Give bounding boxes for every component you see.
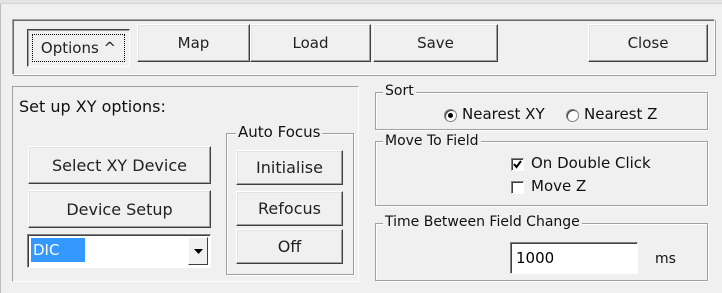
device-setup-label: Device Setup [66, 199, 173, 219]
radio-selected-dot [448, 113, 453, 118]
sort-title: Sort [383, 83, 416, 99]
chevron-down-icon [193, 248, 203, 254]
sort-nearest-xy-label: Nearest XY [462, 105, 545, 123]
xy-device-combo[interactable]: DIC [27, 234, 211, 268]
move-to-field-group [375, 141, 708, 206]
time-between-input[interactable]: 1000 [510, 242, 638, 274]
load-button[interactable]: Load [250, 24, 371, 62]
sort-nearest-z-radio[interactable] [566, 109, 579, 122]
xy-options-heading: Set up XY options: [19, 97, 166, 116]
move-z-label: Move Z [531, 177, 587, 195]
move-to-field-title: Move To Field [383, 133, 481, 149]
auto-focus-title: Auto Focus [236, 123, 323, 141]
off-button[interactable]: Off [236, 229, 343, 264]
on-double-click-checkbox[interactable] [511, 158, 524, 171]
save-button-label: Save [417, 34, 454, 52]
initialise-button[interactable]: Initialise [236, 150, 343, 185]
save-button[interactable]: Save [373, 24, 498, 62]
sort-nearest-xy-radio[interactable] [444, 109, 457, 122]
combo-dropdown-button[interactable] [188, 237, 208, 265]
close-button-label: Close [627, 34, 669, 52]
select-xy-device-button[interactable]: Select XY Device [28, 146, 211, 184]
off-label: Off [277, 237, 302, 256]
focus-rect [32, 34, 125, 62]
top-divider [0, 0, 722, 4]
close-button[interactable]: Close [588, 24, 708, 62]
initialise-label: Initialise [256, 158, 323, 177]
select-xy-device-label: Select XY Device [52, 155, 187, 175]
sort-nearest-z-label: Nearest Z [584, 105, 658, 123]
on-double-click-label: On Double Click [531, 154, 651, 172]
xy-device-combo-value: DIC [31, 238, 85, 262]
map-button[interactable]: Map [137, 24, 250, 62]
refocus-label: Refocus [258, 199, 321, 218]
checkmark-icon [513, 160, 522, 169]
time-between-title: Time Between Field Change [383, 214, 582, 230]
refocus-button[interactable]: Refocus [236, 191, 343, 226]
time-unit-label: ms [655, 251, 676, 267]
load-button-label: Load [292, 34, 329, 52]
move-z-checkbox[interactable] [511, 181, 524, 194]
map-button-label: Map [177, 34, 210, 52]
device-setup-button[interactable]: Device Setup [28, 190, 211, 228]
options-button[interactable]: Options ^ [27, 29, 130, 67]
